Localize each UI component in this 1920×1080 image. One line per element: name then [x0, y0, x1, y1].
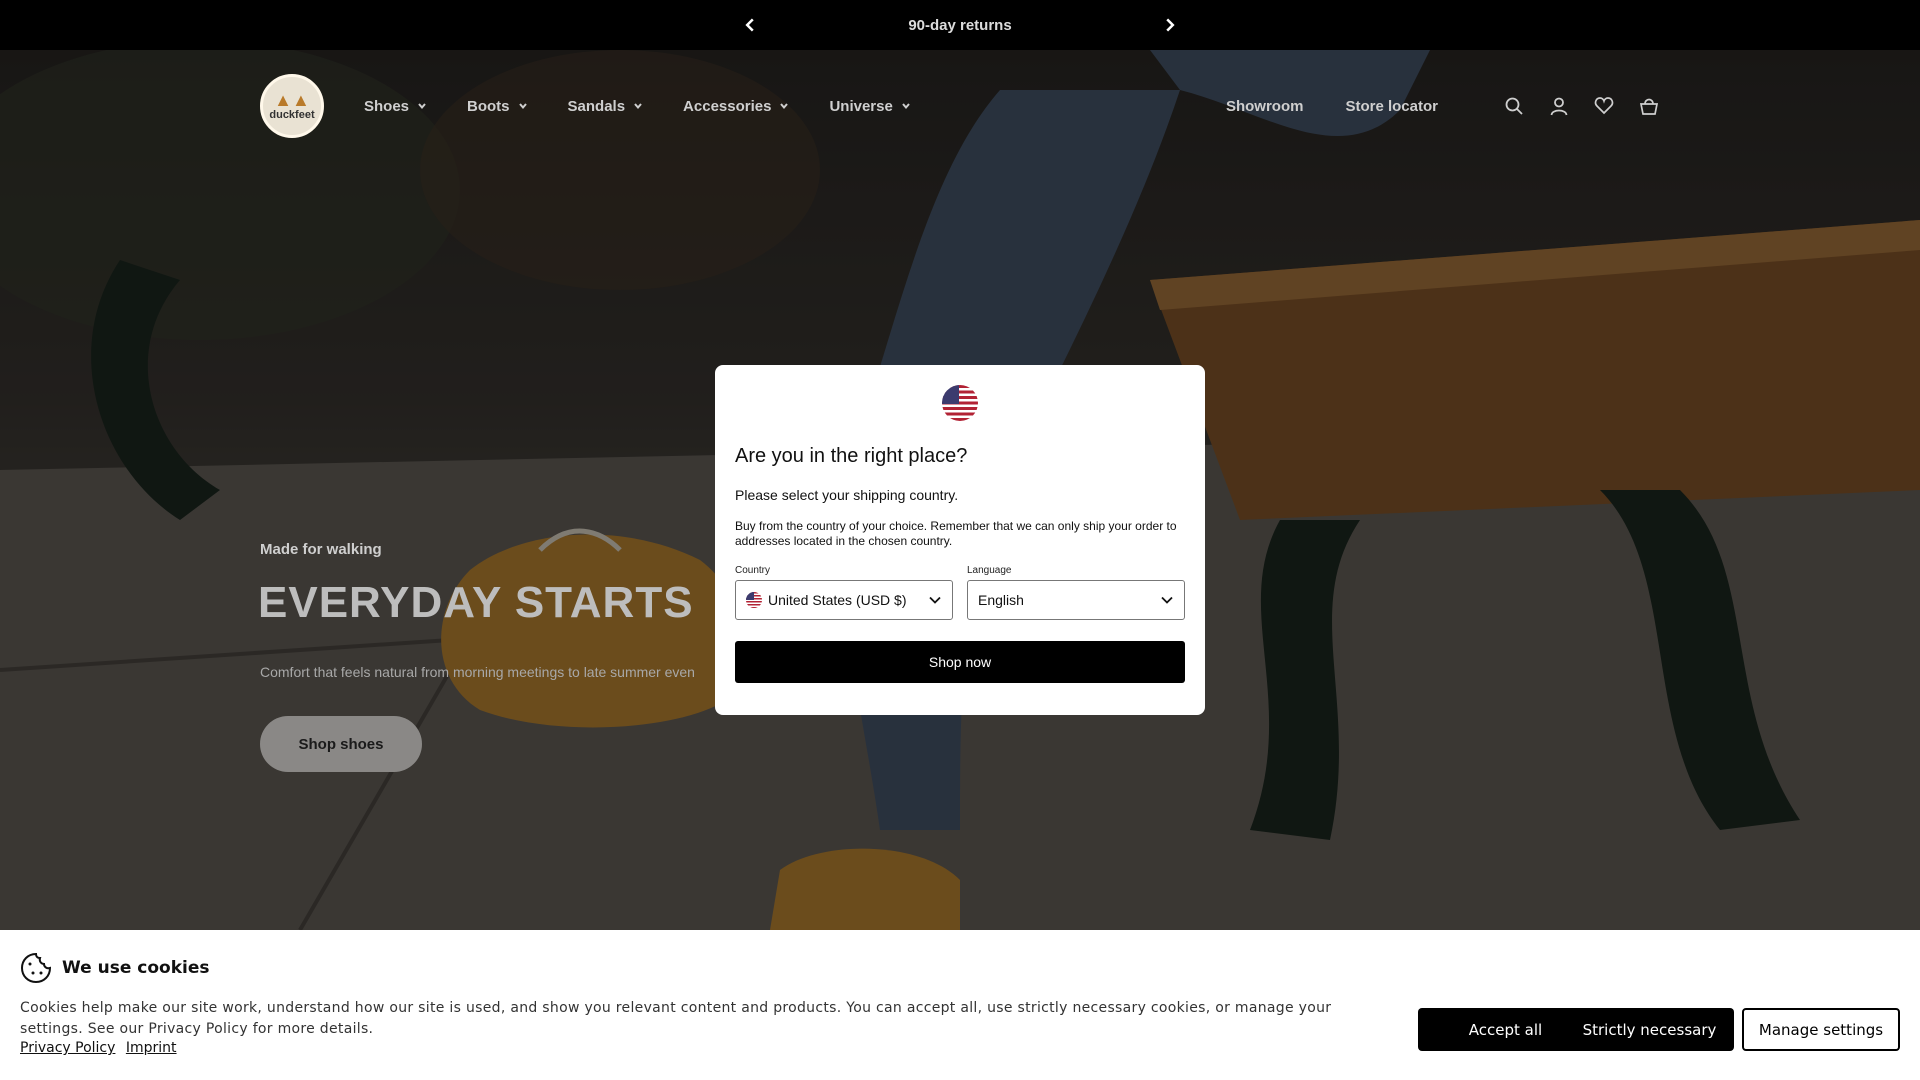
modal-selects: Country United States (USD $) Language E…	[735, 565, 1185, 620]
nav-item-label: Boots	[467, 97, 510, 115]
nav-item-universe[interactable]: Universe	[829, 98, 910, 115]
nav-item-label: Universe	[829, 97, 893, 115]
chevron-left-icon[interactable]	[735, 10, 765, 40]
imprint-link[interactable]: Imprint	[126, 1040, 177, 1056]
logo[interactable]: ▲▲ duckfeet	[260, 74, 324, 138]
cookie-title: We use cookies	[62, 958, 210, 978]
country-field: Country United States (USD $)	[735, 565, 953, 620]
basket-icon[interactable]	[1638, 95, 1660, 117]
cookie-banner: We use cookies Cookies help make our sit…	[0, 930, 1920, 1080]
chevron-down-icon	[780, 103, 789, 110]
nav-item-boots[interactable]: Boots	[467, 98, 528, 115]
chevron-down-icon	[1161, 596, 1173, 604]
logo-text: duckfeet	[269, 109, 315, 121]
language-field: Language English	[967, 565, 1185, 620]
cookie-title-row: We use cookies	[20, 952, 209, 984]
chevron-down-icon	[929, 596, 941, 604]
nav-item-accessories[interactable]: Accessories	[683, 98, 789, 115]
nav-item-sandals[interactable]: Sandals	[568, 98, 644, 115]
strictly-necessary-button[interactable]: Strictly necessary	[1565, 1008, 1734, 1051]
nav-item-label: Accessories	[683, 97, 772, 115]
language-value: English	[978, 592, 1024, 608]
store-locator-link[interactable]: Store locator	[1345, 98, 1438, 115]
chevron-down-icon	[518, 103, 527, 110]
modal-question: Please select your shipping country.	[735, 487, 959, 503]
shop-now-button[interactable]: Shop now	[735, 641, 1185, 683]
nav-item-label: Sandals	[567, 97, 626, 115]
main-nav: Shoes Boots Sandals Accessories Universe	[364, 98, 951, 115]
chevron-down-icon	[902, 103, 910, 110]
nav-item-label: Shoes	[364, 97, 410, 115]
header-right: Showroom Store locator	[1184, 95, 1660, 117]
chevron-right-icon[interactable]	[1155, 10, 1185, 40]
account-icon[interactable]	[1548, 95, 1570, 117]
hero-headline: EVERYDAY STARTS	[258, 578, 694, 627]
cookie-body: Cookies help make our site work, underst…	[20, 1000, 1332, 1037]
shop-shoes-button[interactable]: Shop shoes	[260, 716, 422, 772]
hero-eyebrow: Made for walking	[260, 541, 382, 558]
chevron-down-icon	[418, 103, 426, 110]
us-flag-icon	[746, 592, 762, 608]
country-label: Country	[735, 565, 771, 576]
showroom-link[interactable]: Showroom	[1226, 98, 1304, 115]
announcement-message: 90-day returns	[908, 16, 1012, 34]
duck-feet-icon: ▲▲	[274, 90, 310, 110]
chevron-down-icon	[634, 103, 642, 110]
cookie-icon	[20, 952, 52, 984]
site-header: ▲▲ duckfeet Shoes Boots Sandals Accessor…	[260, 73, 1660, 139]
cookie-links: Privacy Policy Imprint	[20, 1040, 183, 1056]
country-value: United States (USD $)	[768, 592, 907, 608]
heart-icon[interactable]	[1593, 95, 1615, 117]
country-select[interactable]: United States (USD $)	[735, 580, 953, 620]
modal-note: Buy from the country of your choice. Rem…	[735, 519, 1177, 548]
header-icons	[1480, 95, 1660, 117]
country-selector-modal: Are you in the right place? Please selec…	[715, 365, 1205, 715]
manage-settings-button[interactable]: Manage settings	[1742, 1008, 1900, 1051]
search-icon[interactable]	[1503, 95, 1525, 117]
language-select[interactable]: English	[967, 580, 1185, 620]
announcement-bar: 90-day returns	[0, 0, 1920, 50]
us-flag-icon	[942, 385, 978, 421]
language-label: Language	[967, 565, 1012, 576]
hero-subtext: Comfort that feels natural from morning …	[260, 664, 695, 680]
modal-title: Are you in the right place?	[735, 445, 968, 467]
privacy-policy-link[interactable]: Privacy Policy	[20, 1040, 115, 1056]
nav-item-shoes[interactable]: Shoes	[364, 98, 427, 115]
